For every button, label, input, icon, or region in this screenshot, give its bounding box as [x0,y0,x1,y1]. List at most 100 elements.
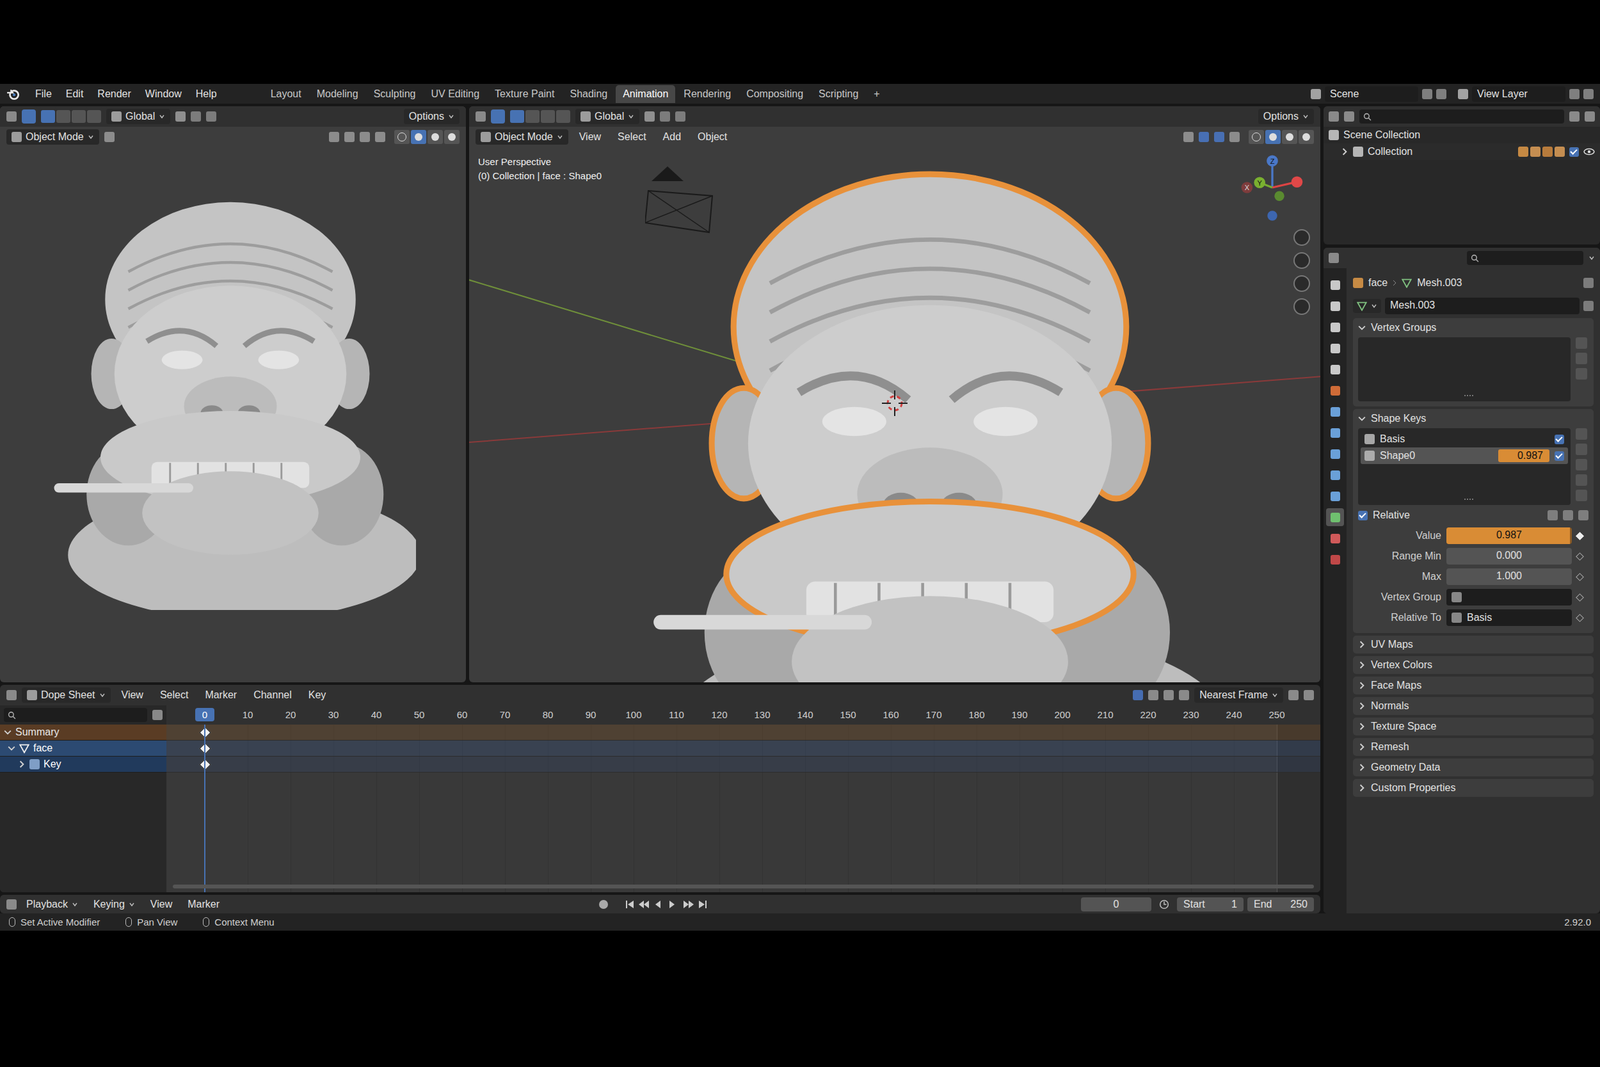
timeline-menu[interactable]: Playback [20,896,84,912]
remove-icon[interactable] [1575,443,1588,456]
camera-object-icon[interactable] [645,165,716,236]
navigation-gizmo[interactable]: ZYX [1237,152,1308,223]
overlay-icon[interactable] [359,131,370,143]
orientation-dropdown[interactable]: Global [106,108,171,125]
menu-item[interactable]: Window [139,86,188,102]
start-frame-field[interactable]: Start1 [1176,897,1244,912]
object-mode-icon[interactable] [11,131,22,143]
shading-mode-icon[interactable] [444,129,460,144]
workspace-tab[interactable]: Texture Paint [487,85,562,104]
scene-collection-icon[interactable] [1328,129,1339,141]
orientation-icon[interactable] [580,111,591,122]
editor-type-icon[interactable] [475,111,486,122]
workspace-tab[interactable]: Scripting [811,85,866,104]
remove-icon[interactable] [1575,352,1588,365]
delete-layer-icon[interactable] [1583,88,1594,100]
properties-tab[interactable] [1326,465,1344,484]
pivot-icon[interactable] [175,111,186,122]
search-field[interactable]: Basis [1446,609,1572,626]
channel-search-field[interactable] [3,707,148,722]
properties-tab[interactable] [1326,318,1344,336]
mesh-name-field[interactable]: Mesh.003 [1384,297,1580,315]
expanded-arrow-icon[interactable] [1358,323,1366,332]
add-icon[interactable] [1575,337,1588,349]
shape-key-mute-checkbox[interactable] [1554,451,1565,461]
workspace-tab[interactable]: Modeling [309,85,366,104]
edit-mode-shape-icon[interactable] [1562,510,1574,521]
pin-icon[interactable] [1583,277,1594,288]
collapsed-arrow-icon[interactable] [1358,640,1366,649]
view-layer-icon[interactable] [1457,88,1469,100]
panel-header[interactable]: Shape Keys [1358,408,1589,429]
timeline-menu[interactable]: Marker [181,896,226,912]
dope-sheet-menu[interactable]: View [115,687,150,703]
dope-sheet-menu[interactable]: Channel [247,687,298,703]
mesh-browse-dropdown[interactable] [1352,298,1382,313]
properties-tab[interactable] [1326,275,1344,294]
keyframe-set-icon[interactable] [1575,531,1584,541]
shading-mode-icon[interactable] [1298,129,1314,144]
options-dropdown[interactable]: Options [1258,108,1314,125]
relative-checkbox[interactable] [1358,510,1368,521]
new-layer-icon[interactable] [1569,88,1580,100]
editor-type-icon[interactable] [1328,111,1339,122]
viewport-menu[interactable]: View [573,129,607,145]
visibility-icon[interactable] [328,131,340,143]
keyframe-empty-icon[interactable] [1575,552,1584,561]
timeline-menu[interactable]: View [144,896,178,912]
orientation-icon[interactable] [111,111,122,122]
shape-key-list[interactable]: Basis Shape0 0.987 [1358,428,1571,505]
delete-scene-icon[interactable] [1436,88,1447,100]
new-scene-icon[interactable] [1422,88,1433,100]
camera-view-icon[interactable] [1293,275,1311,292]
channel-row[interactable]: face [0,740,167,757]
editor-type-icon[interactable] [1328,252,1339,264]
pivot-icon[interactable] [644,111,655,122]
select-mode-icon[interactable] [556,110,571,123]
filter-icon[interactable] [1178,689,1190,701]
collapsed-panel-header[interactable]: Texture Space [1352,717,1594,736]
gizmo-icon[interactable] [1198,131,1209,143]
editor-type-icon[interactable] [6,111,17,122]
number-field[interactable]: 0.000 [1446,547,1572,565]
sculpt-model[interactable] [635,152,1225,683]
object-mode-icon[interactable] [480,131,491,143]
outliner-row[interactable]: Collection [1323,143,1600,160]
proportional-icon[interactable] [675,111,686,122]
add-icon[interactable] [1575,428,1588,440]
vertex-group-list[interactable] [1358,337,1571,402]
collapsed-arrow-icon[interactable] [1358,702,1366,710]
add-workspace-button[interactable]: + [866,85,887,104]
collapsed-panel-header[interactable]: Vertex Colors [1352,656,1594,674]
channel-row[interactable]: Key [0,756,167,773]
panel-header[interactable]: Vertex Groups [1358,318,1589,338]
collapsed-arrow-icon[interactable] [1358,722,1366,731]
collapsed-arrow-icon[interactable] [1358,763,1366,772]
errors-icon[interactable] [1163,689,1174,701]
timeline-menu[interactable]: Keying [87,896,141,912]
proportional-icon[interactable] [206,111,217,122]
mode-dropdown[interactable]: Object Mode [6,129,100,145]
shading-mode-icon[interactable] [394,129,410,144]
keyframe-empty-icon[interactable] [1575,593,1584,602]
collapsed-arrow-icon[interactable] [1358,661,1366,669]
playback-controls[interactable] [624,899,708,910]
snap-icon[interactable] [190,111,201,122]
properties-tab[interactable] [1326,339,1344,358]
select-mode-icon[interactable] [71,110,86,123]
resize-grip[interactable] [1464,498,1474,503]
shading-mode-icon[interactable] [1281,129,1298,144]
shading-mode-icon[interactable] [1265,129,1281,144]
shading-mode-icon[interactable] [427,129,443,144]
xray-icon[interactable] [1229,131,1240,143]
menu-item[interactable]: Render [91,86,137,102]
dope-sheet-menu[interactable]: Select [154,687,194,703]
filter-icon[interactable] [1569,111,1580,122]
pan-icon[interactable] [1293,252,1311,269]
menu-item[interactable]: File [29,86,58,102]
only-selected-icon[interactable] [1132,689,1144,701]
keyframe-area[interactable]: 1020304050607080901001101201301401501601… [166,705,1321,893]
collapsed-arrow-icon[interactable] [1358,784,1366,792]
xray-icon[interactable] [375,131,386,143]
end-frame-field[interactable]: End250 [1247,897,1314,912]
